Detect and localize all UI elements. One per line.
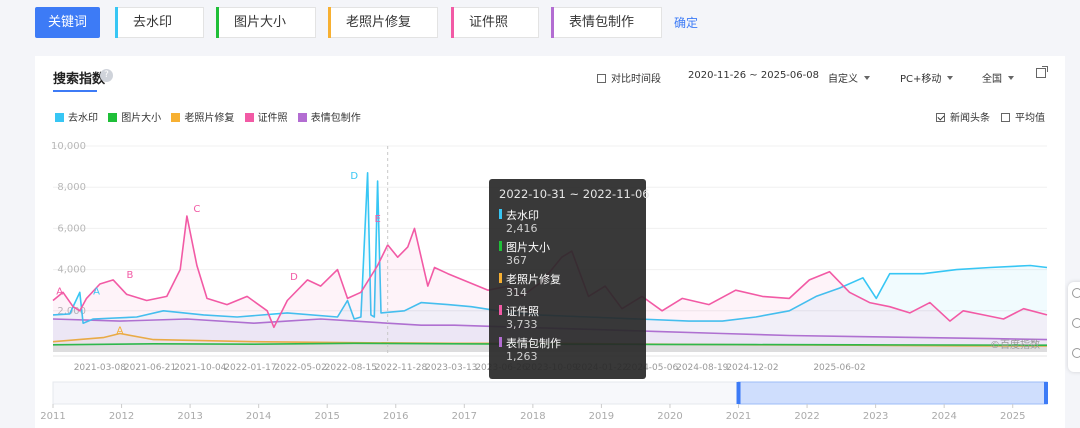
annotation-label: A [56, 286, 63, 297]
navigator-year-label: 2024 [931, 411, 956, 422]
x-tick-label: 2023-03-13 [425, 363, 477, 373]
tooltip-value: 1,263 [506, 350, 538, 363]
annotation-label: D [290, 272, 298, 283]
x-tick-label: 2022-11-28 [375, 363, 428, 373]
navigator-selection [738, 381, 1048, 405]
data-tooltip: 2022-10-31 ~ 2022-11-06 去水印 2,416 图片大小 367… [489, 179, 650, 379]
side-toolbar [1068, 282, 1080, 372]
tooltip-value: 2,416 [506, 222, 538, 235]
navigator-year-label: 2015 [314, 411, 339, 422]
navigator-year-label: 2021 [726, 411, 751, 422]
navigator-year-label: 2017 [452, 411, 477, 422]
x-tick-label: 2021-03-08 [74, 363, 127, 373]
tooltip-color-bar [499, 305, 502, 315]
navigator-year-label: 2020 [657, 411, 682, 422]
navigator-year-label: 2025 [1000, 411, 1025, 422]
x-tick-label: 2025-06-02 [813, 363, 865, 373]
navigator-handle-right [1044, 382, 1048, 404]
navigator-year-label: 2022 [794, 411, 819, 422]
tooltip-value: 3,733 [506, 318, 538, 331]
annotation-label: A [117, 325, 124, 336]
navigator-year-label: 2014 [246, 411, 271, 422]
y-tick-label: 10,000 [51, 141, 86, 152]
y-tick-label: 6,000 [57, 223, 86, 234]
tooltip-series-name: 老照片修复 [506, 273, 561, 286]
x-tick-label: 2021-06-21 [124, 363, 176, 373]
y-tick-label: 4,000 [57, 265, 86, 276]
tooltip-color-bar [499, 241, 502, 251]
annotation-label: D [350, 171, 358, 182]
navigator-year-label: 2013 [177, 411, 202, 422]
navigator-year-label: 2012 [109, 411, 134, 422]
x-tick-label: 2022-01-17 [224, 363, 276, 373]
tooltip-series-name: 图片大小 [506, 241, 550, 254]
navigator-year-label: 2016 [383, 411, 408, 422]
x-tick-label: 2024-08-19 [676, 363, 729, 373]
navigator-year-label: 2018 [520, 411, 545, 422]
tooltip-series-name: 表情包制作 [506, 337, 561, 350]
tooltip-value: 314 [506, 286, 527, 299]
navigator-year-label: 2011 [40, 411, 65, 422]
navigator-year-label: 2019 [589, 411, 614, 422]
watermark-text: ©百度指数 [990, 338, 1040, 351]
x-tick-label: 2021-10-04 [174, 363, 227, 373]
tooltip-color-bar [499, 209, 502, 219]
share-icon[interactable] [1072, 288, 1080, 298]
navigator-handle-left [736, 382, 741, 404]
tooltip-series-name: 去水印 [506, 209, 539, 222]
annotation-label: B [127, 270, 134, 281]
tooltip-color-bar [499, 337, 502, 347]
help-circle-icon[interactable] [1072, 348, 1080, 358]
x-tick-label: 2024-12-02 [726, 363, 778, 373]
annotation-label: E [374, 214, 380, 225]
annotation-label: C [193, 204, 200, 215]
tooltip-color-bar [499, 273, 502, 283]
tooltip-value: 367 [506, 254, 527, 267]
navigator-year-label: 2023 [863, 411, 888, 422]
favorite-icon[interactable] [1072, 318, 1080, 328]
x-tick-label: 2022-05-02 [275, 363, 327, 373]
tooltip-series-name: 证件照 [506, 305, 539, 318]
annotation-label: A [93, 286, 100, 297]
tooltip-date: 2022-10-31 ~ 2022-11-06 [499, 187, 650, 201]
y-tick-label: 8,000 [57, 182, 86, 193]
x-tick-label: 2022-08-15 [325, 363, 377, 373]
